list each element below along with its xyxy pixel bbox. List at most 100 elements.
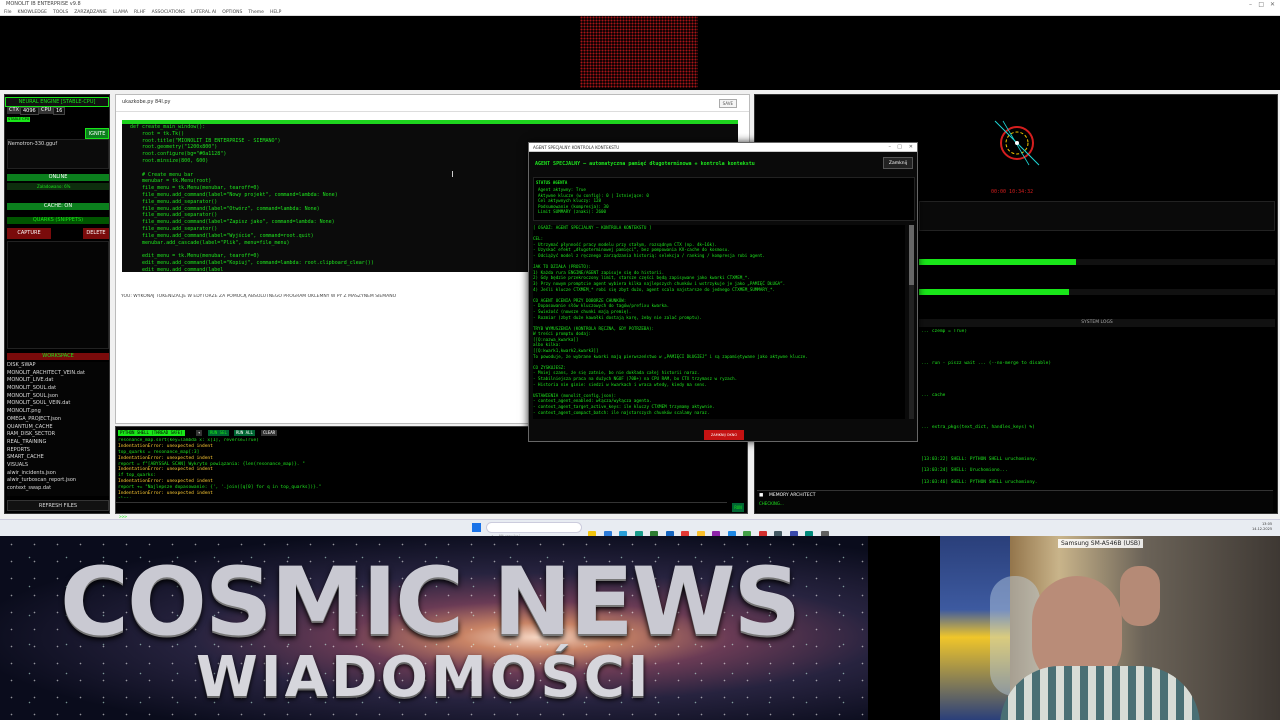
taskbar-apps xyxy=(588,524,836,539)
save-button[interactable]: SAVE xyxy=(718,99,737,108)
shell-line: else: xyxy=(118,497,728,498)
loaded-status: Załadowano: 6% xyxy=(7,183,109,190)
memory-architect-icon: ■ xyxy=(759,493,764,498)
agent-status: Agent aktywny: True Aktywne klucze (w con… xyxy=(538,187,908,215)
start-icon[interactable] xyxy=(472,523,481,532)
cpu-input[interactable]: 16 xyxy=(53,107,66,115)
workspace-file[interactable]: context_swap.dat xyxy=(7,485,109,493)
close-icon[interactable]: ✕ xyxy=(1270,0,1275,9)
menu-item-0[interactable]: File xyxy=(4,10,12,15)
cache-toggle[interactable]: CACHE: ON xyxy=(7,203,109,210)
status-line: Limit SUMMARY (znaki): 2600 xyxy=(538,209,607,215)
camera-label: Samsung SM-A546B (USB) xyxy=(1058,539,1144,548)
workspace-file-list: DISK_SWAP MONOLIT_ARCHITECT_VEIN.dat MONOL… xyxy=(7,362,109,496)
menu-item-8[interactable]: OPTIONS xyxy=(222,10,242,15)
reactor-icon xyxy=(994,120,1040,166)
code-line: def create_main_window(): xyxy=(130,124,206,130)
memory-architect-status: CHECKING... xyxy=(759,501,784,506)
menu-item-2[interactable]: TOOLS xyxy=(53,10,68,15)
taskbar: ⌕ Wyszukaj 13:05 14.12.2025 xyxy=(0,519,1280,540)
maximize-icon[interactable]: □ xyxy=(1258,0,1264,9)
text-cursor xyxy=(452,171,453,177)
minimize-icon[interactable]: – xyxy=(1249,0,1252,9)
ctx-input[interactable]: 4096 xyxy=(20,107,39,115)
dialog-close-button[interactable]: Zamknij xyxy=(883,157,913,169)
workspace-file[interactable]: VISUALS xyxy=(7,462,109,470)
workspace-file[interactable]: MONOLIT_SOUL_VEIN.dat xyxy=(7,400,109,408)
memory-architect-title: MEMORY ARCHITECT xyxy=(769,493,816,498)
capture-button[interactable]: CAPTURE xyxy=(7,228,51,239)
dialog-minimize-icon[interactable]: – xyxy=(889,143,892,152)
left-panel: NEURAL ENGINE [STABLE-CPU] CTX 4096 CPU … xyxy=(4,94,110,514)
model-name: Nemotron-330.gguf xyxy=(8,141,58,147)
workspace-file[interactable]: REPORTS xyxy=(7,447,109,455)
code-line: root = tk.Tk() xyxy=(130,130,185,137)
dialog-window-title: AGENT SPECJALNY: KONTROLA KONTEKSTU xyxy=(533,145,620,150)
menu-item-1[interactable]: KNOWLEDGE xyxy=(18,10,47,15)
menu-item-4[interactable]: LLAMA xyxy=(113,10,128,15)
taskbar-clock: 13:05 14.12.2025 xyxy=(1252,522,1272,532)
dialog-heading: AGENT SPECJALNY – automatyczna pamięć dł… xyxy=(535,161,755,167)
shell-output: resonance_map.sort(key=lambda x: x[1], r… xyxy=(118,438,728,498)
person-shirt xyxy=(1000,666,1200,720)
run-button[interactable]: RUN xyxy=(732,503,744,512)
menu-item-3[interactable]: ZARZĄDZANIE xyxy=(74,10,107,15)
menu-bar: File KNOWLEDGE TOOLS ZARZĄDZANIE LLAMA RLHF AS… xyxy=(0,9,1280,16)
delete-button[interactable]: DELETE xyxy=(83,228,109,239)
agent-description: [ OSADŹ: AGENT SPECJALNY – KONTROLA KONT… xyxy=(533,225,905,419)
menu-item-9[interactable]: Theme xyxy=(248,10,264,15)
menu-item-10[interactable]: HELP xyxy=(270,10,281,15)
banner-subtitle: WIADOMOŚCI xyxy=(196,645,652,710)
workspace-file[interactable]: OMEGA_PROJECT.json xyxy=(7,416,109,424)
log-line: [13:03:24] SHELL: Uruchomiono... xyxy=(921,468,1008,474)
workspace-file[interactable]: alwir_incidents.json xyxy=(7,470,109,478)
shell-input[interactable]: >>> xyxy=(116,502,727,520)
shell-title: PYTHON SHELL (THREAD SAFE) xyxy=(118,430,185,436)
agent-dialog: AGENT SPECJALNY: KONTROLA KONTEKSTU – □ … xyxy=(528,142,918,442)
refresh-files-button[interactable]: REFRESH FILES xyxy=(7,500,109,511)
engine-title: NEURAL ENGINE [STABLE-CPU] xyxy=(5,97,109,107)
workspace-file[interactable]: MONOLIT_ARCHITECT_VEIN.dat xyxy=(7,370,109,378)
stable-tag: STABLE CPU xyxy=(7,117,31,122)
usage-bar-2 xyxy=(919,289,1275,295)
ctx-label: CTX xyxy=(7,107,21,114)
quarks-title: QUARKS (SNIPPETS) xyxy=(7,217,109,224)
taskbar-date: 14.12.2025 xyxy=(1252,527,1273,531)
pixel-art-logo xyxy=(580,16,698,88)
workspace-file[interactable]: MONOLIT_SOUL.dat xyxy=(7,385,109,393)
workspace-file[interactable]: SMART_CACHE xyxy=(7,454,109,462)
workspace-file[interactable]: REAL_TRAINING xyxy=(7,439,109,447)
ignite-button[interactable]: IGNITE xyxy=(85,128,109,139)
cpu-label: CPU xyxy=(39,107,54,114)
description-line: - context_agent_compact_batch: ile najst… xyxy=(533,409,710,415)
clear-button[interactable]: CLEAR xyxy=(261,430,278,436)
menu-item-7[interactable]: LATERAL AI xyxy=(191,10,216,15)
workspace-file[interactable]: DISK_SWAP xyxy=(7,362,109,370)
person-hand xyxy=(1120,566,1160,626)
menu-item-5[interactable]: RLHF xyxy=(134,10,146,15)
workspace-title: WORKSPACE xyxy=(7,353,109,360)
taskbar-search[interactable]: ⌕ Wyszukaj xyxy=(486,522,582,540)
run-all-button[interactable]: RUN ALL xyxy=(234,430,255,436)
workspace-file[interactable]: MONOLIT_LIVE.dat xyxy=(7,377,109,385)
menu-item-6[interactable]: ASSOCIATIONS xyxy=(152,10,185,15)
window-title: MONOLIT IB ENTERPRISE v9.8 xyxy=(6,1,81,7)
workspace-file[interactable]: MONOLIT_SOUL.json xyxy=(7,393,109,401)
webcam-feed: Samsung SM-A546B (USB) xyxy=(940,536,1280,720)
banner-title: COSMIC NEWS xyxy=(60,548,801,657)
close-window-button[interactable]: ZAMKNIJ OKNO xyxy=(704,430,744,440)
status-title: STATUS AGENTA xyxy=(536,180,568,185)
quarks-list[interactable] xyxy=(7,241,109,349)
usage-bar-1 xyxy=(919,259,1275,265)
dialog-close-icon[interactable]: ✕ xyxy=(909,143,913,152)
workspace-file[interactable]: QUANTUM_CACHE xyxy=(7,424,109,432)
dialog-maximize-icon[interactable]: □ xyxy=(897,143,902,152)
dialog-scrollbar[interactable] xyxy=(909,225,914,419)
run-sel-button[interactable]: RUN SEL xyxy=(208,430,229,436)
workspace-file[interactable]: RAM_DISK_SECTOR xyxy=(7,431,109,439)
workspace-file[interactable]: alwir_turboscan_report.json xyxy=(7,477,109,485)
clock: 00:00 10:34:32 xyxy=(991,189,1034,195)
shell-mode-toggle[interactable]: ▾ xyxy=(196,430,203,436)
log-line: [13:03:22] SHELL: PYTHON SHELL uruchomio… xyxy=(921,456,1038,462)
workspace-file[interactable]: MONOLIT.png xyxy=(7,408,109,416)
